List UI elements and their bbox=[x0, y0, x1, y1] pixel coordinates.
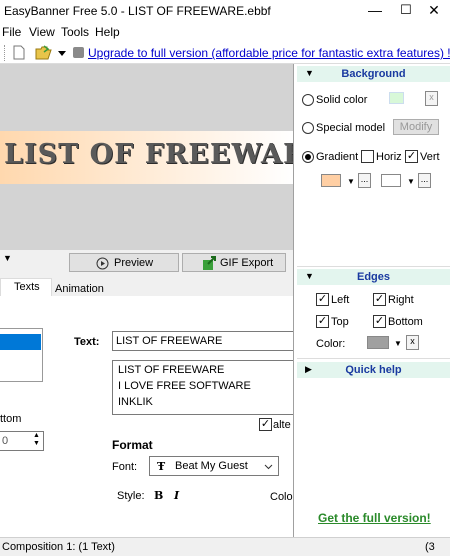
play-icon bbox=[96, 257, 109, 270]
edges-header[interactable]: ▼ Edges bbox=[297, 269, 450, 285]
title-bar: EasyBanner Free 5.0 - LIST OF FREEWARE.e… bbox=[0, 0, 450, 22]
composition-status: Composition 1: (1 Text) bbox=[2, 541, 115, 553]
gradient-color2-swatch[interactable] bbox=[381, 174, 401, 187]
edge-bottom-checkbox[interactable]: ✓ bbox=[373, 315, 386, 328]
solid-color-clear-button[interactable]: x bbox=[425, 91, 438, 106]
dropdown-arrow-icon[interactable] bbox=[58, 51, 66, 56]
toolbar-grip bbox=[4, 45, 6, 61]
gradient-color1-swatch[interactable] bbox=[321, 174, 341, 187]
quick-help-header[interactable]: ▶ Quick help bbox=[297, 362, 450, 378]
alternate-checkbox[interactable]: ✓ bbox=[259, 418, 272, 431]
truetype-font-icon: Ŧ bbox=[157, 460, 166, 473]
solid-color-label: Solid color bbox=[316, 94, 368, 106]
modify-button[interactable]: Modify bbox=[393, 119, 439, 135]
vert-label: Vert bbox=[420, 151, 440, 163]
upgrade-link[interactable]: Upgrade to full version (affordable pric… bbox=[88, 46, 450, 60]
gradient-color1-more-button[interactable]: ... bbox=[358, 173, 371, 188]
status-right: (3 bbox=[425, 541, 435, 553]
special-model-radio[interactable] bbox=[302, 122, 314, 134]
menu-bar: File View Tools Help bbox=[0, 22, 450, 42]
new-file-icon[interactable] bbox=[13, 45, 25, 60]
gif-export-button[interactable]: GIF Export bbox=[182, 253, 286, 272]
banner-canvas[interactable]: LIST OF FREEWARE bbox=[0, 131, 293, 184]
vert-checkbox[interactable]: ✓ bbox=[405, 150, 418, 163]
status-bar: Composition 1: (1 Text) (3 bbox=[0, 537, 450, 556]
list-item[interactable]: INKLIK bbox=[118, 396, 153, 408]
gradient-color2-more-button[interactable]: ... bbox=[418, 173, 431, 188]
edge-right-label: Right bbox=[388, 294, 414, 306]
font-select[interactable]: Ŧ Beat My Guest bbox=[149, 456, 279, 476]
edge-bottom-label: Bottom bbox=[388, 316, 423, 328]
preview-label: Preview bbox=[114, 257, 154, 269]
background-header[interactable]: ▼ Background bbox=[297, 66, 450, 82]
menu-view[interactable]: View bbox=[29, 25, 55, 39]
menu-tools[interactable]: Tools bbox=[61, 25, 89, 39]
font-label: Font: bbox=[112, 461, 138, 473]
menu-help[interactable]: Help bbox=[95, 25, 120, 39]
format-heading: Format bbox=[112, 438, 153, 452]
menu-file[interactable]: File bbox=[2, 25, 21, 39]
gradient-radio[interactable] bbox=[302, 151, 314, 163]
close-button[interactable]: ✕ bbox=[414, 0, 450, 22]
color-partial-label: Colo bbox=[270, 491, 293, 503]
text-input[interactable]: LIST OF FREEWARE bbox=[112, 331, 293, 351]
composition-list[interactable] bbox=[0, 328, 43, 382]
get-full-version-link[interactable]: Get the full version! bbox=[318, 511, 431, 525]
gradient-color1-dropdown-icon[interactable]: ▼ bbox=[347, 177, 355, 186]
edge-left-label: Left bbox=[331, 294, 350, 306]
window-title: EasyBanner Free 5.0 - LIST OF FREEWARE.e… bbox=[4, 4, 271, 18]
bottom-partial-label: ttom bbox=[0, 413, 22, 425]
preview-button[interactable]: Preview bbox=[69, 253, 179, 272]
edge-top-label: Top bbox=[331, 316, 349, 328]
edge-right-checkbox[interactable]: ✓ bbox=[373, 293, 386, 306]
horiz-checkbox[interactable] bbox=[361, 150, 374, 163]
spin-arrows-icon[interactable]: ▲ ▼ bbox=[33, 432, 40, 448]
export-icon bbox=[203, 256, 216, 270]
horiz-label: Horiz bbox=[376, 151, 402, 163]
solid-color-radio[interactable] bbox=[302, 94, 314, 106]
style-label: Style: bbox=[117, 490, 145, 502]
save-icon[interactable] bbox=[73, 47, 84, 58]
edge-color-clear-button[interactable]: x bbox=[406, 335, 419, 350]
gradient-label: Gradient bbox=[316, 151, 359, 163]
gradient-color2-dropdown-icon[interactable]: ▼ bbox=[407, 177, 415, 186]
divider bbox=[297, 266, 450, 267]
tab-texts-label[interactable]: Texts bbox=[14, 281, 40, 293]
bold-button[interactable]: B bbox=[154, 489, 163, 502]
list-item[interactable]: I LOVE FREE SOFTWARE bbox=[118, 380, 251, 392]
chevron-down-icon bbox=[264, 464, 273, 470]
text-list[interactable]: LIST OF FREEWARE I LOVE FREE SOFTWARE IN… bbox=[112, 360, 293, 415]
edge-color-swatch[interactable] bbox=[367, 336, 389, 349]
divider bbox=[297, 358, 450, 359]
edge-color-dropdown-icon[interactable]: ▼ bbox=[394, 339, 402, 348]
composition-selected-item[interactable] bbox=[0, 334, 41, 350]
alternate-label: alte bbox=[273, 419, 291, 431]
edge-top-checkbox[interactable]: ✓ bbox=[316, 315, 329, 328]
text-label: Text: bbox=[74, 336, 100, 348]
special-model-label: Special model bbox=[316, 122, 386, 134]
banner-text: LIST OF FREEWARE bbox=[4, 139, 293, 170]
panel-collapse-icon[interactable]: ▼ bbox=[3, 253, 12, 263]
position-spinbox[interactable]: 0 ▲ ▼ bbox=[0, 431, 44, 451]
gif-export-label: GIF Export bbox=[220, 257, 274, 269]
italic-button[interactable]: I bbox=[174, 489, 179, 502]
tab-animation[interactable]: Animation bbox=[55, 283, 104, 295]
list-item[interactable]: LIST OF FREEWARE bbox=[118, 364, 224, 376]
edge-color-label: Color: bbox=[316, 338, 346, 350]
edge-left-checkbox[interactable]: ✓ bbox=[316, 293, 329, 306]
solid-color-swatch[interactable] bbox=[389, 92, 404, 104]
open-folder-icon[interactable] bbox=[35, 45, 52, 60]
